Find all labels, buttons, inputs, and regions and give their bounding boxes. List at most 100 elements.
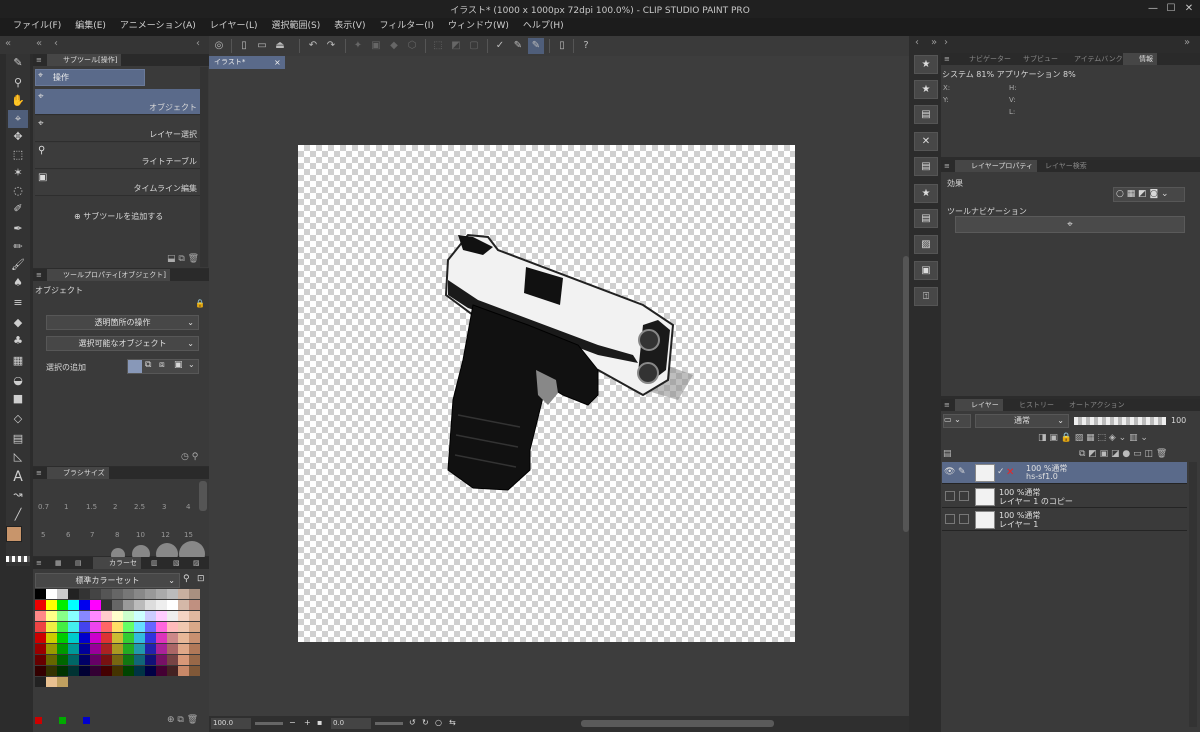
zoom-tool-icon[interactable]: ⚲ xyxy=(8,74,28,92)
new-selection-icon[interactable] xyxy=(128,360,142,373)
color-swatch[interactable] xyxy=(134,644,145,654)
color-swatch[interactable] xyxy=(112,633,123,643)
color-swatch[interactable] xyxy=(90,633,101,643)
fill-tool-icon[interactable]: ▦ xyxy=(8,352,28,370)
brush-size-value[interactable]: 4 xyxy=(186,503,190,511)
color-swatch[interactable] xyxy=(57,666,68,676)
brush-size-value[interactable]: 1.5 xyxy=(86,503,97,511)
brush-size-value[interactable]: 8 xyxy=(115,531,119,539)
brush-size-tab[interactable]: ブラシサイズ xyxy=(47,467,109,479)
auto-select-icon[interactable]: ✶ xyxy=(8,164,28,182)
color-swatch[interactable] xyxy=(35,611,46,621)
color-swatch[interactable] xyxy=(145,655,156,665)
fit-icon[interactable]: ▪ xyxy=(317,718,322,727)
opacity-slider[interactable] xyxy=(1074,417,1166,425)
intermediate-color-tab-icon[interactable]: ▥ xyxy=(151,557,158,569)
color-swatch[interactable] xyxy=(145,622,156,632)
collapse-icon[interactable]: ‹ xyxy=(915,37,919,48)
subtool-tab[interactable]: サブツール[操作] xyxy=(47,54,122,66)
add-selection-icon[interactable]: ⧉ xyxy=(145,360,151,370)
lock-icon[interactable]: 🔒 xyxy=(195,299,205,308)
material-icon[interactable]: ▤ xyxy=(914,105,938,124)
color-swatch[interactable] xyxy=(57,633,68,643)
color-swatch[interactable] xyxy=(101,622,112,632)
color-swatch[interactable] xyxy=(35,655,46,665)
material-icon[interactable]: ★ xyxy=(914,55,938,74)
menu-window[interactable]: ウィンドウ(W) xyxy=(441,18,516,35)
mask-disabled-icon[interactable]: ✕ xyxy=(1006,467,1014,478)
color-swatch[interactable] xyxy=(35,600,46,610)
color-swatch[interactable] xyxy=(90,655,101,665)
color-swatch[interactable] xyxy=(156,600,167,610)
color-swatch[interactable] xyxy=(112,655,123,665)
color-swatch[interactable] xyxy=(156,622,167,632)
tab-layer[interactable]: レイヤー xyxy=(955,399,1003,411)
minimize-button[interactable]: — xyxy=(1144,0,1162,18)
color-swatch[interactable] xyxy=(156,655,167,665)
menu-file[interactable]: ファイル(F) xyxy=(0,18,68,35)
color-swatch[interactable] xyxy=(57,677,68,687)
color-swatch[interactable] xyxy=(189,633,200,643)
color-swatch[interactable] xyxy=(35,677,46,687)
main-color-swatch[interactable] xyxy=(6,526,22,542)
tool-property-footer-icons[interactable]: ◷ ⚲ xyxy=(181,452,198,462)
canvas-vertical-scrollbar[interactable] xyxy=(903,256,909,532)
lock-checkbox[interactable] xyxy=(959,491,969,501)
similar-color-tab-icon[interactable]: ▧ xyxy=(173,557,180,569)
intersect-selection-icon[interactable]: ▣ xyxy=(174,360,183,370)
expand-icon[interactable]: » xyxy=(1184,37,1190,48)
history-tab-icon[interactable]: ▨ xyxy=(193,557,200,569)
color-swatch[interactable] xyxy=(134,589,145,599)
color-swatch[interactable] xyxy=(189,666,200,676)
expand-icon[interactable]: » xyxy=(931,37,937,48)
chevron-left-icon[interactable]: ‹ xyxy=(196,38,200,49)
color-swatch[interactable] xyxy=(123,622,134,632)
search-icon[interactable]: ⚲ xyxy=(183,574,190,584)
rotation-slider[interactable] xyxy=(375,722,403,725)
maximize-button[interactable]: ☐ xyxy=(1162,0,1180,18)
color-swatch[interactable] xyxy=(57,600,68,610)
color-swatch[interactable] xyxy=(178,633,189,643)
color-swatch[interactable] xyxy=(68,644,79,654)
tool-property-tab[interactable]: ツールプロパティ[オブジェクト] xyxy=(47,269,171,281)
brush-size-value[interactable]: 15 xyxy=(184,531,193,539)
correct-line-icon[interactable]: ╱ xyxy=(8,506,28,524)
color-swatch[interactable] xyxy=(156,633,167,643)
color-swatch[interactable] xyxy=(79,622,90,632)
selection-tool-icon[interactable]: ⬚ xyxy=(8,146,28,164)
color-swatch[interactable] xyxy=(79,600,90,610)
add-selection-toggles[interactable]: ⧉ ⧈ ▣ ⌄ xyxy=(127,359,199,374)
import-icon[interactable]: ⊡ xyxy=(197,574,205,584)
tab-info[interactable]: 情報 xyxy=(1123,53,1157,65)
color-swatch[interactable] xyxy=(57,655,68,665)
color-swatch[interactable] xyxy=(156,611,167,621)
material-icon[interactable]: ▨ xyxy=(914,235,938,254)
menu-selection[interactable]: 選択範囲(S) xyxy=(265,18,328,35)
color-swatch[interactable] xyxy=(35,644,46,654)
color-swatch[interactable] xyxy=(101,600,112,610)
add-subtool-button[interactable]: ⊕ サブツールを追加する xyxy=(74,211,163,222)
menu-filter[interactable]: フィルター(I) xyxy=(372,18,441,35)
brush-size-value[interactable]: 1 xyxy=(64,503,68,511)
brush-size-value[interactable]: 3 xyxy=(162,503,166,511)
color-swatch[interactable] xyxy=(46,655,57,665)
color-slider-tab-icon[interactable]: ▤ xyxy=(75,557,82,569)
redo-icon[interactable]: ↷ xyxy=(323,38,339,54)
brush-size-value[interactable]: 2 xyxy=(113,503,117,511)
reset-rotation-icon[interactable]: ○ xyxy=(435,718,442,727)
color-swatch[interactable] xyxy=(79,611,90,621)
color-swatch[interactable] xyxy=(123,600,134,610)
effect-toggles[interactable]: ○ ▦ ◩ ◙ ⌄ xyxy=(1113,187,1185,202)
material-icon[interactable]: ▤ xyxy=(914,157,938,176)
color-swatch[interactable] xyxy=(134,600,145,610)
brush-size-value[interactable]: 12 xyxy=(161,531,170,539)
menu-layer[interactable]: レイヤー(L) xyxy=(203,18,265,35)
subtool-item-timeline[interactable]: ▣ タイムライン編集 xyxy=(35,170,200,196)
subtool-item-object[interactable]: ⌖ オブジェクト xyxy=(35,89,200,115)
gradient-icon[interactable]: ■ xyxy=(8,390,28,408)
color-swatch[interactable] xyxy=(35,666,46,676)
layer-row[interactable]: 100 %通常 レイヤー 1 xyxy=(942,509,1187,531)
rotation-value[interactable]: 0.0 xyxy=(331,718,371,729)
color-swatch[interactable] xyxy=(189,644,200,654)
deselect-icon[interactable]: ⬚ xyxy=(430,38,446,54)
